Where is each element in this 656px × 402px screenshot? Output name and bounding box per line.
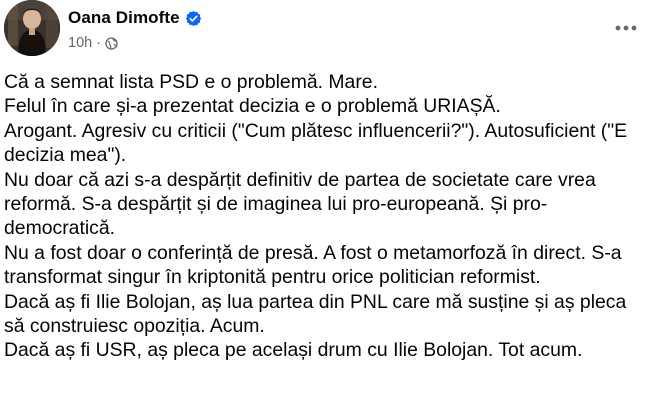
globe-icon[interactable] (105, 36, 118, 50)
post-paragraph: Dacă aș fi USR, aș pleca pe același drum… (4, 339, 583, 362)
author-name[interactable]: Oana Dimofte (68, 8, 180, 28)
post-header: Oana Dimofte 10h · (4, 0, 652, 64)
author-block: Oana Dimofte 10h · (68, 6, 202, 53)
post-paragraph: Nu doar că azi s-a despărțit definitiv d… (4, 168, 596, 240)
post-meta: 10h · (68, 33, 202, 53)
post-paragraph: Arogant. Agresiv cu criticii ("Cum plăte… (4, 119, 628, 167)
post-paragraph: Dacă aș fi Ilie Bolojan, aș lua partea d… (4, 290, 627, 338)
author-avatar[interactable] (4, 0, 60, 56)
post-paragraph: Că a semnat lista PSD e o problemă. Mare… (4, 71, 378, 93)
post-timestamp[interactable]: 10h (68, 35, 92, 51)
more-horizontal-icon (615, 25, 637, 31)
more-options-button[interactable] (608, 14, 644, 42)
facebook-post: Oana Dimofte 10h · Că a semnat lista PSD… (0, 0, 656, 402)
author-row: Oana Dimofte (68, 6, 202, 30)
post-paragraph: Felul în care și-a prezentat decizia e o… (4, 95, 501, 118)
profile-photo (4, 0, 60, 56)
post-body: Că a semnat lista PSD e o problemă. Mare… (4, 70, 652, 363)
meta-separator: · (96, 35, 102, 51)
post-paragraph: Nu a fost doar o conferință de presă. A … (4, 241, 622, 289)
verified-badge-icon (185, 10, 202, 27)
